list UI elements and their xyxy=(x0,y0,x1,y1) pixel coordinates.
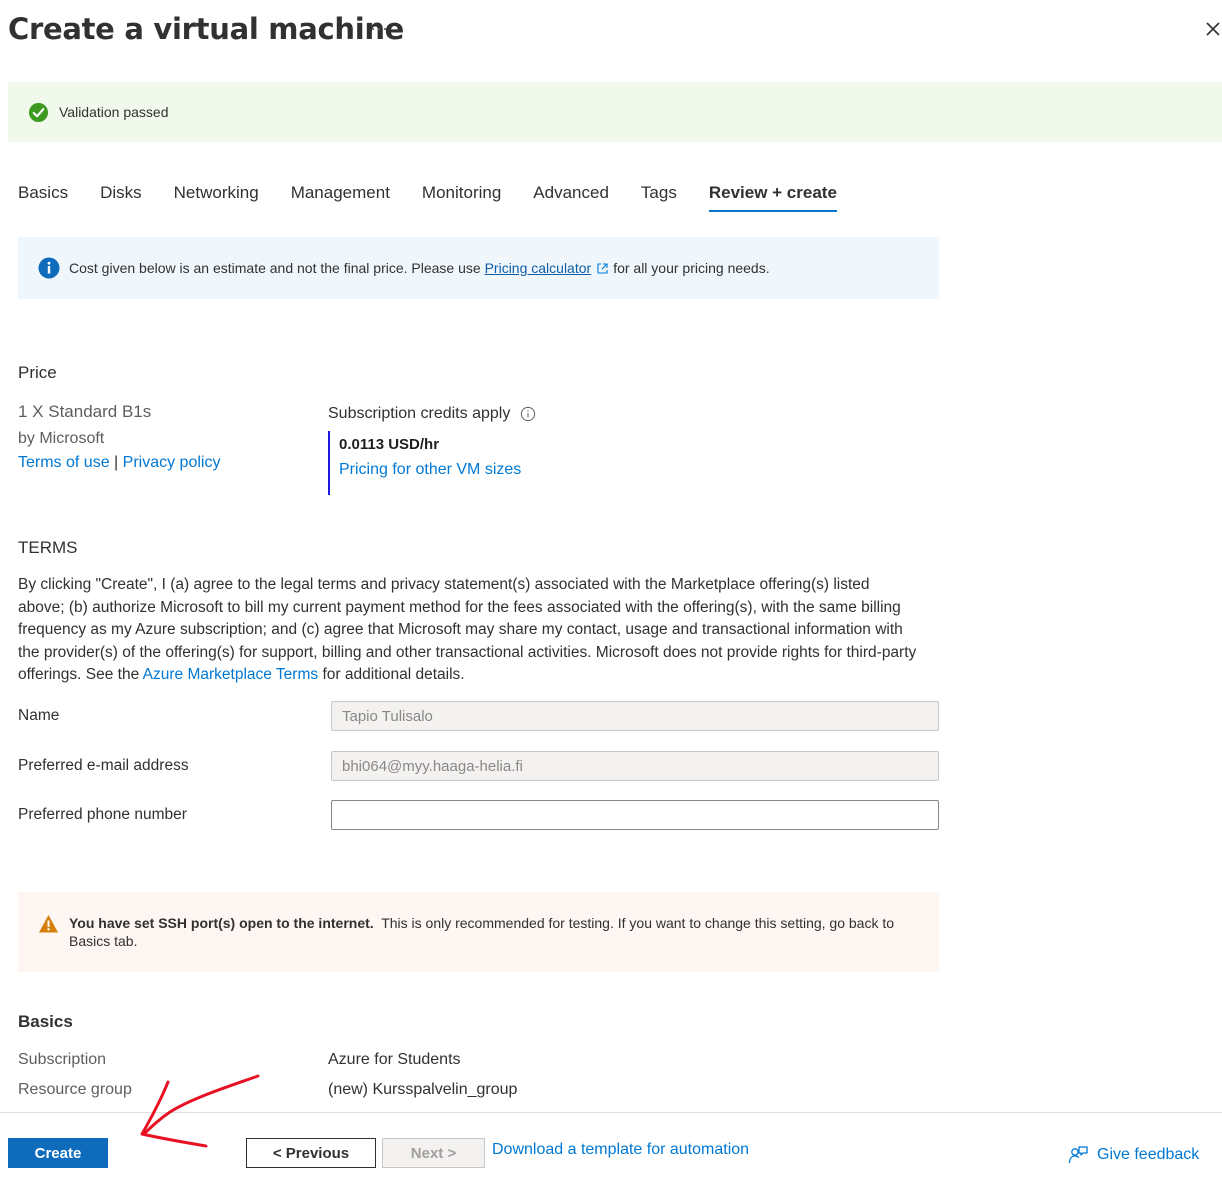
resource-group-label: Resource group xyxy=(18,1081,132,1098)
info-banner: Cost given below is an estimate and not … xyxy=(18,237,939,299)
email-field[interactable] xyxy=(331,751,939,781)
privacy-policy-link[interactable]: Privacy policy xyxy=(123,454,221,471)
give-feedback-button[interactable]: Give feedback xyxy=(1068,1145,1199,1165)
close-icon[interactable] xyxy=(1204,20,1222,38)
tab-monitoring[interactable]: Monitoring xyxy=(422,182,501,212)
subscription-label: Subscription xyxy=(18,1051,107,1068)
annotation-arrow-icon xyxy=(140,1074,260,1148)
warning-bold-text: You have set SSH port(s) open to the int… xyxy=(69,915,374,931)
price-offer: 1 X Standard B1s by Microsoft Terms of u… xyxy=(18,402,220,472)
more-options-button[interactable]: ··· xyxy=(370,18,388,39)
pricing-other-sizes-link[interactable]: Pricing for other VM sizes xyxy=(339,461,536,479)
subscription-credits-label: Subscription credits apply xyxy=(328,405,511,422)
page-title: Create a virtual machine xyxy=(8,12,405,46)
check-circle-icon xyxy=(28,102,49,122)
tab-bar: Basics Disks Networking Management Monit… xyxy=(18,182,869,212)
tab-advanced[interactable]: Advanced xyxy=(533,182,609,212)
download-template-link[interactable]: Download a template for automation xyxy=(492,1141,749,1159)
terms-of-use-link[interactable]: Terms of use xyxy=(18,454,110,471)
tab-disks[interactable]: Disks xyxy=(100,182,142,212)
terms-title: TERMS xyxy=(18,538,78,557)
name-field[interactable] xyxy=(331,701,939,731)
price-title: Price xyxy=(18,363,57,382)
create-button[interactable]: Create xyxy=(8,1138,108,1168)
vm-publisher: by Microsoft xyxy=(18,430,105,447)
info-icon[interactable] xyxy=(520,406,536,422)
basics-section-title: Basics xyxy=(18,1012,73,1031)
give-feedback-label: Give feedback xyxy=(1097,1146,1200,1163)
phone-field[interactable] xyxy=(331,800,939,830)
link-separator: | xyxy=(114,454,119,471)
terms-text: By clicking "Create", I (a) agree to the… xyxy=(18,574,918,687)
tab-tags[interactable]: Tags xyxy=(641,182,677,212)
tab-review-create[interactable]: Review + create xyxy=(708,182,837,212)
info-text-before: Cost given below is an estimate and not … xyxy=(69,260,481,276)
ssh-warning-banner: You have set SSH port(s) open to the int… xyxy=(18,892,939,972)
name-label: Name xyxy=(18,707,60,724)
info-text-after: for all your pricing needs. xyxy=(613,260,770,276)
external-link-icon xyxy=(597,262,608,274)
marketplace-terms-link[interactable]: Azure Marketplace Terms xyxy=(143,666,318,683)
subscription-value: Azure for Students xyxy=(328,1051,461,1068)
email-label: Preferred e-mail address xyxy=(18,757,189,774)
tab-networking[interactable]: Networking xyxy=(174,182,259,212)
info-icon xyxy=(38,257,60,279)
tab-management[interactable]: Management xyxy=(291,182,390,212)
tab-basics[interactable]: Basics xyxy=(18,182,68,212)
pricing-calculator-link[interactable]: Pricing calculator xyxy=(485,260,592,276)
price-details: Subscription credits apply 0.0113 USD/hr… xyxy=(328,405,536,495)
resource-group-value: (new) Kursspalvelin_group xyxy=(328,1081,518,1098)
phone-label: Preferred phone number xyxy=(18,806,187,823)
terms-tail: for additional details. xyxy=(322,666,465,684)
vm-size-name: 1 X Standard B1s xyxy=(18,402,152,421)
price-value: 0.0113 USD/hr xyxy=(339,436,440,453)
warning-icon xyxy=(39,915,58,933)
validation-banner: Validation passed xyxy=(8,82,1222,142)
validation-message: Validation passed xyxy=(59,104,169,120)
next-button[interactable]: Next > xyxy=(382,1138,485,1168)
price-block: 0.0113 USD/hr Pricing for other VM sizes xyxy=(328,431,536,495)
feedback-icon xyxy=(1068,1146,1088,1164)
